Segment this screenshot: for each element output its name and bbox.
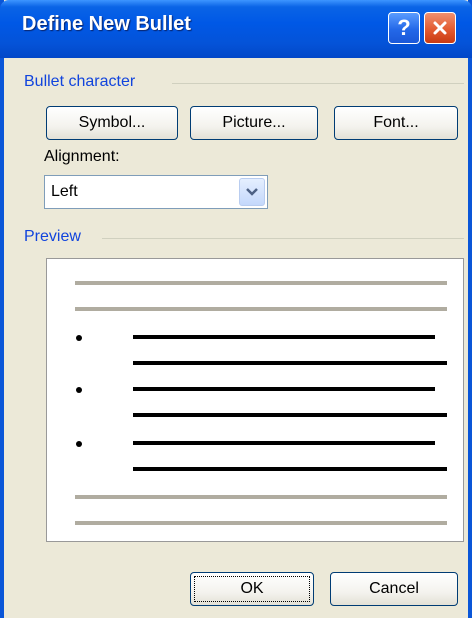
alignment-label: Alignment:	[44, 148, 120, 165]
cancel-button-label: Cancel	[369, 580, 419, 597]
picture-button-label: Picture...	[222, 114, 286, 131]
ok-button[interactable]: OK	[190, 572, 314, 606]
preview-text-line	[75, 521, 447, 525]
preview-text-line	[75, 307, 447, 311]
ok-button-label: OK	[240, 580, 264, 597]
preview-bullet-line	[133, 335, 435, 339]
preview-bullet	[76, 441, 82, 447]
preview-bullet-line	[133, 387, 435, 391]
title-bar: Define New Bullet ?	[0, 0, 472, 58]
bullet-character-section-label: Bullet character	[24, 73, 136, 90]
preview-bullet	[76, 335, 82, 341]
preview-bullet-line	[133, 467, 447, 471]
dialog-window: Define New Bullet ? Bullet character Sym…	[0, 0, 472, 618]
picture-button[interactable]: Picture...	[190, 106, 318, 140]
cancel-button[interactable]: Cancel	[330, 572, 458, 606]
preview-bullet-line	[133, 441, 435, 445]
preview-pane	[46, 258, 464, 542]
close-button[interactable]	[424, 12, 456, 44]
bullet-character-divider	[172, 83, 464, 84]
alignment-select[interactable]: Left	[44, 175, 268, 209]
preview-text-line	[75, 281, 447, 285]
close-icon	[433, 21, 447, 35]
alignment-dropdown-button[interactable]	[239, 178, 265, 206]
alignment-value: Left	[51, 183, 78, 200]
preview-bullet-line	[133, 361, 447, 365]
preview-section-label: Preview	[24, 228, 81, 245]
help-icon: ?	[397, 15, 411, 40]
preview-bullet-line	[133, 413, 447, 417]
font-button-label: Font...	[373, 114, 419, 131]
preview-text-line	[75, 495, 447, 499]
font-button[interactable]: Font...	[334, 106, 458, 140]
help-button[interactable]: ?	[388, 12, 420, 44]
preview-bullet	[76, 387, 82, 393]
window-title: Define New Bullet	[22, 13, 191, 35]
preview-divider	[102, 238, 464, 239]
symbol-button[interactable]: Symbol...	[46, 106, 178, 140]
symbol-button-label: Symbol...	[78, 114, 146, 131]
chevron-down-icon	[246, 188, 258, 196]
